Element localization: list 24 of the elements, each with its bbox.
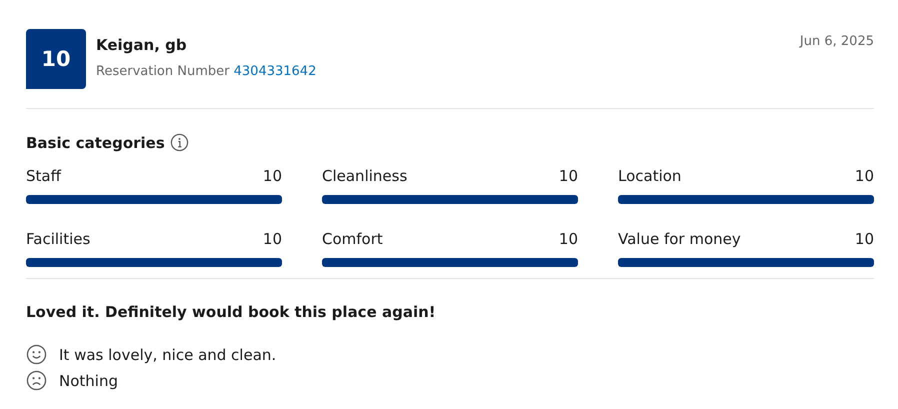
comment-text: Nothing [59, 370, 118, 390]
category-score: 10 [262, 166, 282, 186]
category-label: Facilities [26, 229, 90, 249]
category-score: 10 [558, 229, 578, 249]
reviewer-name: Keigan, gb [96, 36, 188, 54]
category-label: Location [618, 166, 682, 186]
category-score: 10 [854, 229, 874, 249]
score-badge: 10 [26, 29, 86, 89]
info-icon[interactable] [170, 133, 189, 152]
comment-text: It was lovely, nice and clean. [59, 344, 276, 364]
category-score: 10 [854, 166, 874, 186]
reservation-label: Reservation Number [96, 64, 230, 79]
sad-face-icon [26, 370, 47, 391]
category-label: Cleanliness [322, 166, 408, 186]
reservation-link[interactable]: 4304331642 [234, 64, 316, 79]
review-headline: Loved it. Definitely would book this place again! [26, 303, 437, 321]
category-label: Value for money [618, 229, 741, 249]
category-score: 10 [262, 229, 282, 249]
section-title: Basic categories [26, 134, 165, 152]
category-label: Staff [26, 166, 61, 186]
smiley-face-icon [26, 344, 47, 365]
category-score: 10 [558, 166, 578, 186]
category-label: Comfort [322, 229, 383, 249]
review-date: Jun 6, 2025 [800, 33, 874, 49]
